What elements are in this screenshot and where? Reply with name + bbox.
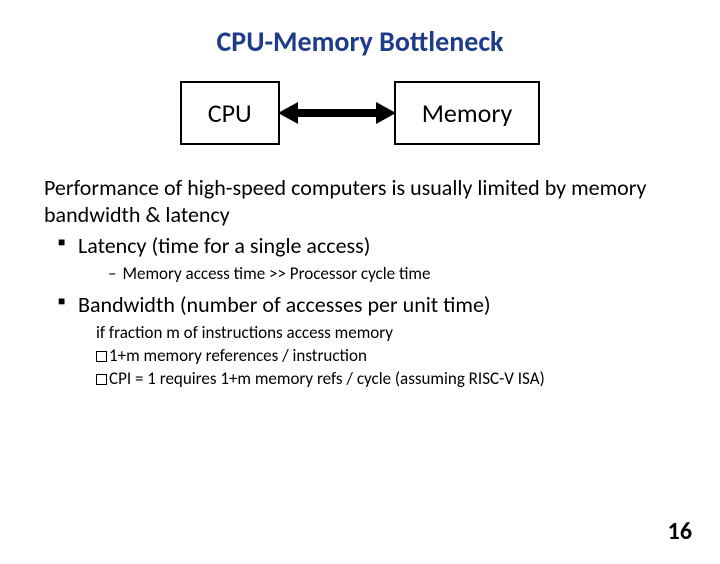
page-number: 16 xyxy=(668,517,692,546)
sub-bandwidth-line-1: if fraction m of instructions access mem… xyxy=(96,322,676,345)
cpu-memory-diagram: CPU Memory xyxy=(0,81,720,145)
bidirectional-arrow-icon xyxy=(278,102,396,124)
placeholder-box-icon xyxy=(96,374,107,385)
intro-text: Performance of high-speed computers is u… xyxy=(44,175,676,229)
sub-latency-text: Memory access time >> Processor cycle ti… xyxy=(122,263,430,284)
sub-bandwidth-line-3: CPI = 1 requires 1+m memory refs / cycle… xyxy=(96,368,676,391)
bullet-latency: Latency (time for a single access) –Memo… xyxy=(58,233,676,286)
bullet-bandwidth-label: Bandwidth (number of accesses per unit t… xyxy=(78,291,491,318)
memory-box: Memory xyxy=(394,81,541,145)
sub-bandwidth-line-2: 1+m memory references / instruction xyxy=(96,345,676,368)
bullet-latency-label: Latency (time for a single access) xyxy=(78,232,370,259)
bullet-bandwidth: Bandwidth (number of accesses per unit t… xyxy=(58,292,676,392)
body-text: Performance of high-speed computers is u… xyxy=(44,175,676,391)
sub-bandwidth: if fraction m of instructions access mem… xyxy=(96,322,676,391)
cpu-box: CPU xyxy=(180,81,280,145)
sub-latency: –Memory access time >> Processor cycle t… xyxy=(108,263,676,285)
slide-title: CPU-Memory Bottleneck xyxy=(0,24,720,59)
placeholder-box-icon xyxy=(96,351,107,362)
